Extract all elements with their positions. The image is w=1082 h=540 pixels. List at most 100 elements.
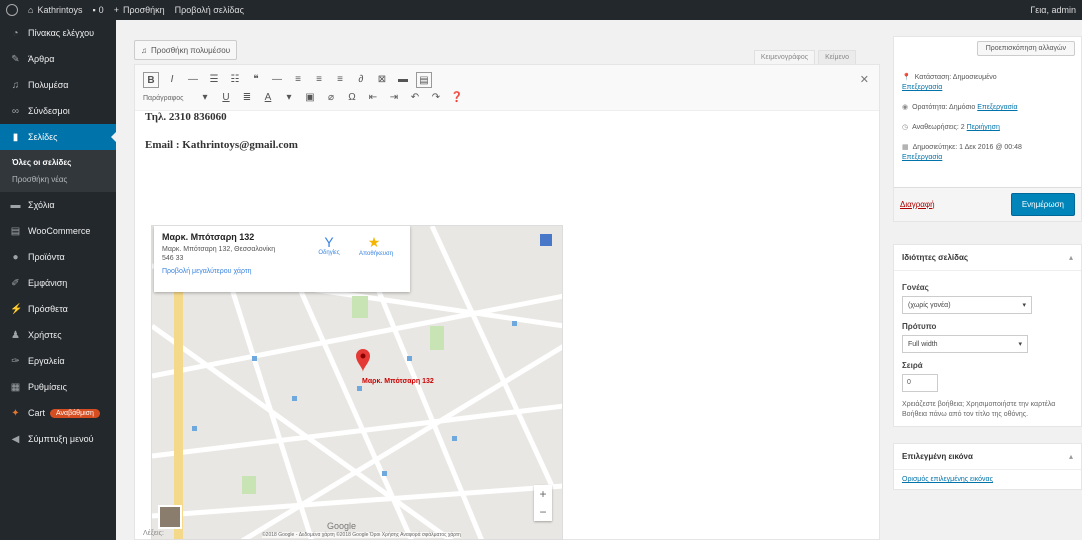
upgrade-badge: Αναβάθμιση — [50, 408, 100, 418]
format-select[interactable]: Παράγραφος — [143, 95, 191, 102]
menu-cart[interactable]: ✦ Cart Αναβάθμιση — [0, 400, 116, 426]
zoom-out-button[interactable]: − — [534, 503, 552, 521]
link-icon[interactable]: ∂ — [353, 72, 369, 88]
embedded-map[interactable]: Μαρκ. Μπότσαρη 132 Μαρκ. Μπότσαρη 132 Μα… — [151, 225, 563, 540]
paste-text-icon[interactable]: ▣ — [302, 90, 318, 106]
trash-link[interactable]: Διαγραφή — [900, 200, 935, 209]
comments-link[interactable]: ▪ 0 — [92, 5, 103, 15]
horizontal-line-icon[interactable]: ― — [269, 72, 285, 88]
editor-box[interactable]: B I — ☰ ☷ ❝ ― ≡ ≡ ≡ ∂ ⊠ ▬ ▤ Παράγραφος ▾… — [134, 64, 880, 540]
collapse-arrow-icon[interactable]: ▴ — [1069, 253, 1073, 262]
directions-button[interactable]: Y Οδηγίες — [314, 234, 344, 256]
admin-bar: ⌂ Kathrintoys ▪ 0 + Προσθήκη Προβολή σελίδα… — [0, 0, 1082, 20]
clear-format-icon[interactable]: ⌀ — [323, 90, 339, 106]
save-place-button[interactable]: ★ Αποθήκευση — [359, 234, 393, 257]
redo-icon[interactable]: ↷ — [428, 90, 444, 106]
italic-icon[interactable]: I — [164, 72, 180, 88]
special-char-icon[interactable]: Ω — [344, 90, 360, 106]
align-left-icon[interactable]: ≡ — [290, 72, 306, 88]
numbered-list-icon[interactable]: ☷ — [227, 72, 243, 88]
add-media-button[interactable]: ♫ Προσθήκη πολυμέσου — [134, 40, 238, 60]
distraction-free-icon[interactable]: ✕ — [860, 73, 869, 86]
help-icon[interactable]: ❓ — [449, 90, 465, 106]
order-label: Σειρά — [902, 361, 923, 370]
set-featured-image-link[interactable]: Ορισμός επιλεγμένης εικόνας — [894, 470, 1081, 489]
menu-pages[interactable]: ▮ Σελίδες — [0, 124, 116, 150]
edit-sidebar: Προεπισκόπηση αλλαγών 📍 Κατάσταση: Δημοσι… — [893, 36, 1082, 500]
media-icon: ♫ — [11, 79, 20, 91]
align-right-icon[interactable]: ≡ — [332, 72, 348, 88]
submenu-all-pages[interactable]: Όλες οι σελίδες — [0, 154, 116, 171]
visibility-edit-link[interactable]: Επεξεργασία — [977, 104, 1017, 111]
home-icon: ⌂ — [28, 5, 34, 15]
google-logo: Google — [327, 521, 357, 531]
satellite-toggle[interactable] — [158, 505, 182, 529]
align-center-icon[interactable]: ≡ — [311, 72, 327, 88]
menu-collapse[interactable]: ◀ Σύμπτυξη μενού — [0, 426, 116, 452]
menu-woocommerce[interactable]: ▤ WooCommerce — [0, 218, 116, 244]
user-icon: ♟ — [11, 329, 20, 341]
outdent-icon[interactable]: ⇤ — [365, 90, 381, 106]
wordpress-logo-icon[interactable] — [6, 4, 18, 16]
more-tag-icon[interactable]: ▬ — [395, 72, 411, 88]
collapse-arrow-icon[interactable]: ▴ — [1069, 452, 1073, 461]
account-menu[interactable]: Γεια, admin — [1030, 5, 1076, 15]
zoom-in-button[interactable]: + — [534, 485, 552, 503]
revisions-link[interactable]: Περιήγηση — [967, 124, 1000, 131]
submenu-add-new[interactable]: Προσθήκη νέας — [0, 171, 116, 188]
menu-media[interactable]: ♫ Πολυμέσα — [0, 72, 116, 98]
tab-text[interactable]: Κείμενο — [818, 50, 856, 65]
menu-posts[interactable]: ✎ Άρθρα — [0, 46, 116, 72]
map-attribution[interactable]: ©2018 Google - Δεδομένα χάρτη ©2018 Goog… — [262, 532, 461, 538]
menu-products[interactable]: ● Προϊόντα — [0, 244, 116, 270]
toolbar-toggle-icon[interactable]: ▤ — [416, 72, 432, 88]
text-color-icon[interactable]: A — [260, 90, 276, 106]
parent-label: Γονέας — [902, 283, 929, 292]
view-page-link[interactable]: Προβολή σελίδας — [175, 5, 244, 15]
justify-icon[interactable]: ≣ — [239, 90, 255, 106]
menu-plugins[interactable]: ⚡ Πρόσθετα — [0, 296, 116, 322]
bold-icon[interactable]: B — [143, 72, 159, 88]
new-content-link[interactable]: + Προσθήκη — [114, 5, 165, 15]
status-edit-link[interactable]: Επεξεργασία — [902, 84, 942, 91]
order-input[interactable]: 0 — [902, 374, 938, 392]
calendar-icon: ▦ — [902, 144, 909, 151]
menu-tools[interactable]: ✑ Εργαλεία — [0, 348, 116, 374]
collapse-icon: ◀ — [11, 433, 20, 445]
map-pin-label: Μαρκ. Μπότσαρη 132 — [362, 378, 434, 385]
map-zoom-controls: + − — [534, 485, 552, 521]
chevron-down-icon: ▾ — [286, 92, 292, 103]
map-fullscreen-button[interactable] — [540, 234, 552, 246]
update-button[interactable]: Ενημέρωση — [1010, 193, 1075, 216]
menu-links[interactable]: ∞ Σύνδεσμοι — [0, 98, 116, 124]
email-text: Email : Kathrintoys@gmail.com — [145, 139, 298, 151]
menu-comments[interactable]: ▬ Σχόλια — [0, 192, 116, 218]
parent-select[interactable]: (χωρίς γονέα) ▾ — [902, 296, 1032, 314]
admin-menu: ◔ Πίνακας ελέγχου ✎ Άρθρα ♫ Πολυμέσα ∞ Σύνδε… — [0, 20, 116, 540]
woo-icon: ▤ — [10, 225, 21, 237]
menu-settings[interactable]: ▦ Ρυθμίσεις — [0, 374, 116, 400]
chevron-down-icon: ▾ — [202, 92, 208, 103]
page-attributes-header[interactable]: Ιδιότητες σελίδας ▴ — [894, 245, 1081, 271]
featured-image-header[interactable]: Επιλεγμένη εικόνα ▴ — [894, 444, 1081, 470]
unlink-icon[interactable]: ⊠ — [374, 72, 390, 88]
tab-visual[interactable]: Κειμενογράφος — [753, 50, 816, 65]
template-select[interactable]: Full width ▾ — [902, 335, 1028, 353]
published-edit-link[interactable]: Επεξεργασία — [902, 154, 942, 161]
blockquote-icon[interactable]: ❝ — [248, 72, 264, 88]
larger-map-link[interactable]: Προβολή μεγαλύτερου χάρτη — [162, 268, 402, 275]
visibility-row: ◉ Ορατότητα: Δημόσιο Επεξεργασία — [902, 104, 1018, 111]
menu-appearance[interactable]: ✐ Εμφάνιση — [0, 270, 116, 296]
strikethrough-icon[interactable]: — — [185, 72, 201, 88]
menu-dashboard[interactable]: ◔ Πίνακας ελέγχου — [0, 20, 116, 46]
site-name-link[interactable]: ⌂ Kathrintoys — [28, 5, 82, 15]
eye-icon: ◉ — [902, 104, 909, 111]
bullet-list-icon[interactable]: ☰ — [206, 72, 222, 88]
menu-users[interactable]: ♟ Χρήστες — [0, 322, 116, 348]
preview-button[interactable]: Προεπισκόπηση αλλαγών — [976, 41, 1075, 56]
undo-icon[interactable]: ↶ — [407, 90, 423, 106]
editor-content[interactable]: Τηλ. 2310 836060 Email : Kathrintoys@gma… — [135, 111, 879, 151]
indent-icon[interactable]: ⇥ — [386, 90, 402, 106]
status-row: 📍 Κατάσταση: Δημοσιευμένο Επεξεργασία — [902, 74, 997, 91]
underline-icon[interactable]: U — [218, 90, 234, 106]
